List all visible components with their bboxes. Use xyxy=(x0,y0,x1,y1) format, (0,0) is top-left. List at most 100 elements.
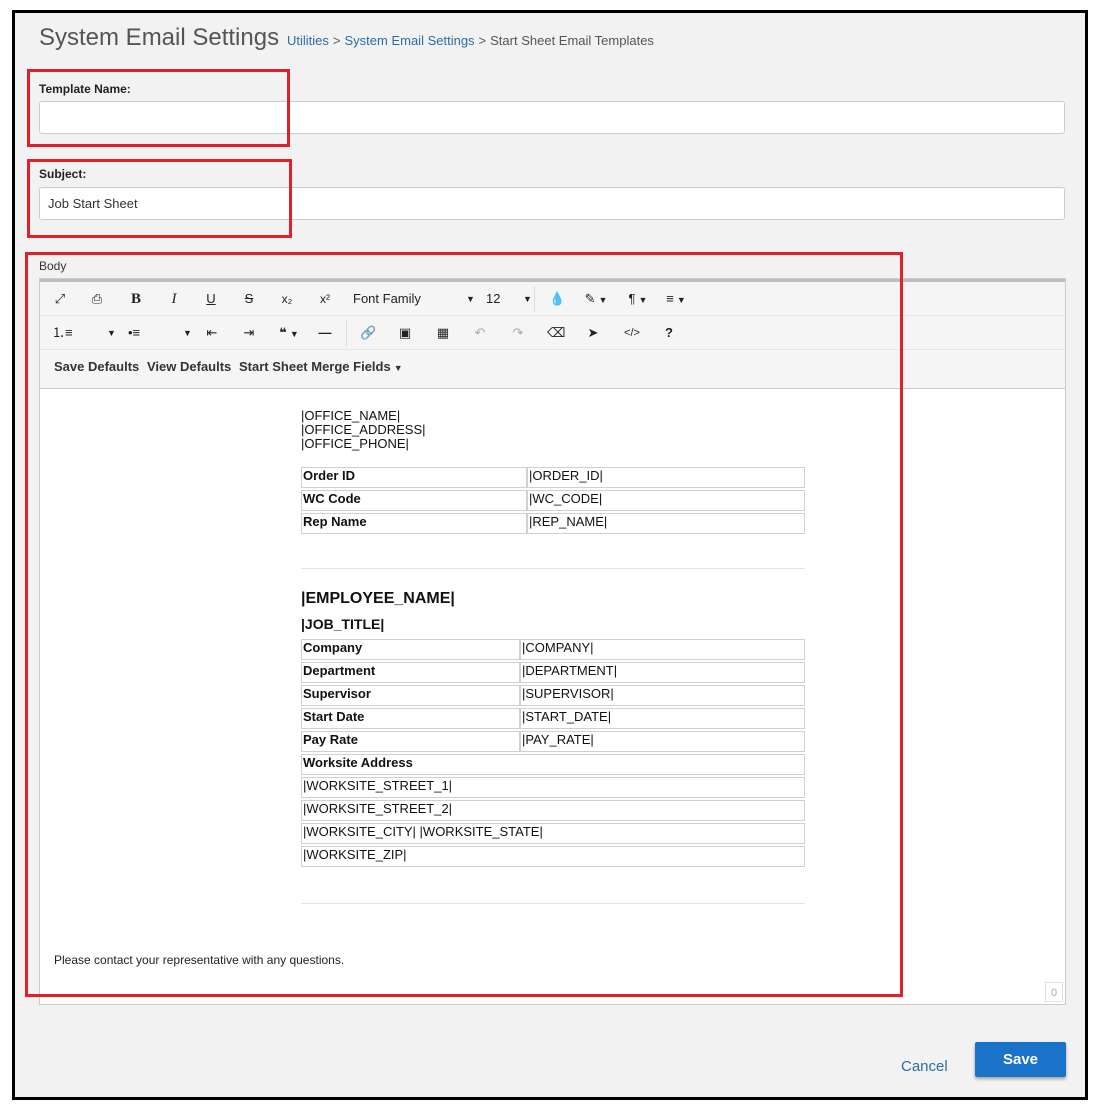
code-view-icon[interactable]: </> xyxy=(623,323,641,343)
eraser-icon[interactable]: ⌫ xyxy=(547,323,565,343)
breadcrumb-system-email-settings[interactable]: System Email Settings xyxy=(345,33,475,48)
divider xyxy=(301,903,805,904)
body-label: Body xyxy=(39,259,67,273)
table-row: |WORKSITE_STREET_1| xyxy=(301,777,805,798)
save-defaults-button[interactable]: Save Defaults xyxy=(54,357,139,377)
font-family-select[interactable]: Font Family ▼ xyxy=(353,289,475,309)
image-icon[interactable]: ▣ xyxy=(397,323,413,343)
horizontal-line-icon[interactable]: — xyxy=(317,323,333,343)
breadcrumb-separator: > xyxy=(332,33,341,48)
employee-table: Company |COMPANY| Department |DEPARTMENT| … xyxy=(301,637,805,869)
table-row: |WORKSITE_STREET_2| xyxy=(301,800,805,821)
toolbar-row-3: Save Defaults View Defaults Start Sheet … xyxy=(40,350,1065,384)
toolbar-row-2: ⒈≡ ▼ •≡ ▼ ⇤ ⇥ ❝ ▼ — 🔗 ▣ ▦ ↶ ↷ ⌫ ➤ </> ? xyxy=(40,316,1065,350)
table-cell-value: |COMPANY| xyxy=(520,639,805,660)
table-cell-value: |PAY_RATE| xyxy=(520,731,805,752)
subject-label: Subject: xyxy=(39,167,87,181)
chevron-down-icon: ▼ xyxy=(598,295,608,305)
chevron-down-icon: ▼ xyxy=(107,328,116,338)
table-cell-value: |DEPARTMENT| xyxy=(520,662,805,683)
font-size-select[interactable]: 12 ▼ xyxy=(486,289,532,309)
table-row: WC Code |WC_CODE| xyxy=(301,490,805,511)
table-row: Worksite Address xyxy=(301,754,805,775)
align-icon[interactable]: ≡ ▼ xyxy=(662,289,690,309)
table-cell-value: |SUPERVISOR| xyxy=(520,685,805,706)
worksite-heading: Worksite Address xyxy=(301,754,805,775)
table-row: Start Date |START_DATE| xyxy=(301,708,805,729)
breadcrumb-separator: > xyxy=(478,33,487,48)
view-defaults-button[interactable]: View Defaults xyxy=(147,357,231,377)
select-pointer-icon[interactable]: ➤ xyxy=(585,323,601,343)
table-cell-key: Supervisor xyxy=(301,685,520,706)
strikethrough-icon[interactable]: S xyxy=(241,289,257,309)
bold-icon[interactable]: B xyxy=(128,289,144,309)
table-cell-key: Pay Rate xyxy=(301,731,520,752)
table-cell-key: WC Code xyxy=(301,490,527,511)
table-cell-key: Department xyxy=(301,662,520,683)
worksite-line: |WORKSITE_STREET_1| xyxy=(301,777,805,798)
save-button[interactable]: Save xyxy=(975,1042,1066,1077)
template-name-label: Template Name: xyxy=(39,82,131,96)
outdent-icon[interactable]: ⇤ xyxy=(204,323,220,343)
divider xyxy=(301,568,805,569)
breadcrumb-utilities[interactable]: Utilities xyxy=(287,33,329,48)
body-editor: ⤢ ⎙ B I U S x₂ x² Font Family ▼ 12 ▼ 💧 ✎ ▼ … xyxy=(39,278,1066,1005)
breadcrumb-current: Start Sheet Email Templates xyxy=(490,33,654,48)
subject-input[interactable] xyxy=(39,187,1065,220)
chevron-down-icon: ▼ xyxy=(466,294,475,304)
chevron-down-icon: ▼ xyxy=(393,363,403,373)
undo-icon[interactable]: ↶ xyxy=(472,323,488,343)
worksite-line: |WORKSITE_CITY| |WORKSITE_STATE| xyxy=(301,823,805,844)
table-cell-key: Rep Name xyxy=(301,513,527,534)
underline-icon[interactable]: U xyxy=(203,289,219,309)
table-cell-value: |ORDER_ID| xyxy=(527,467,805,488)
table-cell-value: |START_DATE| xyxy=(520,708,805,729)
table-icon[interactable]: ▦ xyxy=(435,323,451,343)
chevron-down-icon: ▼ xyxy=(289,329,299,339)
char-count-badge: 0 xyxy=(1045,982,1063,1002)
page-title: System Email Settings xyxy=(39,24,280,51)
toolbar-divider xyxy=(534,286,535,312)
table-row: |WORKSITE_ZIP| xyxy=(301,846,805,867)
table-row: Company |COMPANY| xyxy=(301,639,805,660)
link-icon[interactable]: 🔗 xyxy=(360,323,376,343)
chevron-down-icon: ▼ xyxy=(523,294,532,304)
table-cell-key: Company xyxy=(301,639,520,660)
indent-icon[interactable]: ⇥ xyxy=(241,323,257,343)
table-row: Pay Rate |PAY_RATE| xyxy=(301,731,805,752)
unordered-list-icon[interactable]: •≡ ▼ xyxy=(128,323,192,343)
table-cell-value: |WC_CODE| xyxy=(527,490,805,511)
editor-toolbar: ⤢ ⎙ B I U S x₂ x² Font Family ▼ 12 ▼ 💧 ✎ ▼ … xyxy=(40,282,1065,389)
chevron-down-icon: ▼ xyxy=(183,328,192,338)
editor-content[interactable]: |OFFICE_NAME| |OFFICE_ADDRESS| |OFFICE_P… xyxy=(40,389,1065,1004)
text-color-icon[interactable]: 💧 xyxy=(549,289,565,309)
magic-format-icon[interactable]: ✎ ▼ xyxy=(583,289,609,309)
redo-icon[interactable]: ↷ xyxy=(510,323,526,343)
worksite-line: |WORKSITE_STREET_2| xyxy=(301,800,805,821)
office-address: |OFFICE_ADDRESS| xyxy=(301,422,426,437)
cancel-button[interactable]: Cancel xyxy=(901,1058,948,1075)
toolbar-row-1: ⤢ ⎙ B I U S x₂ x² Font Family ▼ 12 ▼ 💧 ✎ ▼ … xyxy=(40,282,1065,316)
print-icon[interactable]: ⎙ xyxy=(89,289,105,309)
blockquote-icon[interactable]: ❝ ▼ xyxy=(276,323,302,343)
table-row: |WORKSITE_CITY| |WORKSITE_STATE| xyxy=(301,823,805,844)
worksite-line: |WORKSITE_ZIP| xyxy=(301,846,805,867)
ordered-list-icon[interactable]: ⒈≡ ▼ xyxy=(52,323,116,343)
merge-fields-dropdown[interactable]: Start Sheet Merge Fields ▼ xyxy=(239,357,403,377)
paragraph-icon[interactable]: ¶ ▼ xyxy=(625,289,651,309)
superscript-icon[interactable]: x² xyxy=(316,289,334,309)
italic-icon[interactable]: I xyxy=(166,289,182,309)
template-name-input[interactable] xyxy=(39,101,1065,134)
merge-fields-label: Start Sheet Merge Fields xyxy=(239,359,391,374)
help-icon[interactable]: ? xyxy=(661,323,677,343)
font-size-value: 12 xyxy=(486,291,501,306)
job-title: |JOB_TITLE| xyxy=(301,616,385,632)
font-family-value: Font Family xyxy=(353,291,421,306)
fullscreen-icon[interactable]: ⤢ xyxy=(52,289,68,309)
table-row: Order ID |ORDER_ID| xyxy=(301,467,805,488)
office-phone: |OFFICE_PHONE| xyxy=(301,436,409,451)
chevron-down-icon: ▼ xyxy=(676,295,686,305)
office-block: |OFFICE_NAME| |OFFICE_ADDRESS| |OFFICE_P… xyxy=(301,409,426,451)
subscript-icon[interactable]: x₂ xyxy=(278,289,296,309)
office-name: |OFFICE_NAME| xyxy=(301,408,401,423)
